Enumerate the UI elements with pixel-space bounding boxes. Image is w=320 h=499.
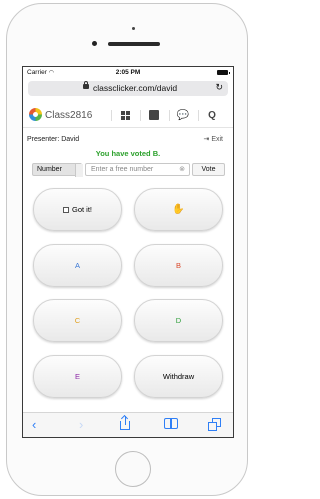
withdraw-label: Withdraw	[162, 372, 195, 381]
chart-icon[interactable]	[145, 108, 163, 122]
answer-type-value: Number	[37, 166, 62, 173]
phone-screen: Carrier ◠ 2:05 PM classclicker.com/david…	[22, 66, 234, 438]
presenter-label: Presenter: David	[27, 136, 80, 143]
vote-button[interactable]: Vote	[192, 163, 225, 176]
hand-icon: ✋	[172, 204, 185, 215]
answer-a-button[interactable]: A	[33, 244, 122, 287]
answer-d-label: D	[175, 316, 182, 325]
vote-status-message: You have voted B.	[95, 149, 161, 158]
nav-divider	[198, 110, 199, 121]
exit-link[interactable]: ⇥ Exit	[204, 135, 224, 143]
answer-type-select[interactable]: Number	[32, 163, 83, 177]
tabs-icon[interactable]	[208, 418, 222, 431]
answer-a-label: A	[74, 261, 80, 270]
withdraw-button[interactable]: Withdraw	[134, 355, 223, 398]
chat-icon[interactable]: 💬	[174, 108, 192, 122]
app-nav-bar: Class2816 💬 Q	[23, 105, 233, 128]
nav-divider	[111, 110, 112, 121]
lock-icon	[83, 81, 89, 89]
forward-icon[interactable]: ›	[79, 417, 83, 432]
answer-e-button[interactable]: E	[33, 355, 122, 398]
grid-icon[interactable]	[116, 108, 134, 122]
checkbox-icon	[62, 206, 69, 213]
answer-d-button[interactable]: D	[134, 299, 223, 342]
status-time: 2:05 PM	[115, 69, 141, 76]
earpiece-speaker	[108, 42, 160, 46]
search-icon[interactable]: Q	[203, 108, 221, 122]
camera-dot	[132, 27, 135, 30]
nav-divider	[169, 110, 170, 121]
select-handle	[75, 164, 83, 177]
got-it-button[interactable]: Got it!	[33, 188, 122, 231]
brand-name: Class2816	[45, 110, 93, 121]
answer-b-label: B	[175, 261, 181, 270]
raise-hand-button[interactable]: ✋	[134, 188, 223, 231]
address-bar[interactable]: classclicker.com/david ↻	[28, 81, 228, 96]
battery-icon	[217, 70, 230, 75]
share-icon[interactable]	[119, 414, 133, 430]
front-camera	[92, 41, 97, 46]
input-placeholder: Enter a free number	[91, 166, 154, 173]
free-number-input[interactable]: Enter a free number ⊗	[85, 163, 190, 176]
answer-b-button[interactable]: B	[134, 244, 223, 287]
answer-c-label: C	[74, 316, 81, 325]
clear-icon[interactable]: ⊗	[179, 165, 185, 173]
bookmarks-icon[interactable]	[164, 418, 180, 429]
free-number-row: Number Enter a free number ⊗ Vote	[32, 163, 225, 177]
browser-toolbar: ‹ ›	[23, 412, 233, 437]
answer-e-label: E	[74, 372, 80, 381]
answer-c-button[interactable]: C	[33, 299, 122, 342]
status-bar: Carrier ◠ 2:05 PM	[23, 67, 233, 78]
reload-icon[interactable]: ↻	[215, 82, 223, 93]
nav-divider	[140, 110, 141, 121]
logo-icon	[29, 108, 42, 121]
url-text: classclicker.com/david	[93, 83, 178, 93]
exit-label: Exit	[211, 136, 223, 143]
got-it-label: Got it!	[71, 205, 92, 214]
exit-icon: ⇥	[203, 136, 210, 143]
back-icon[interactable]: ‹	[32, 417, 36, 432]
home-button[interactable]	[115, 451, 151, 487]
